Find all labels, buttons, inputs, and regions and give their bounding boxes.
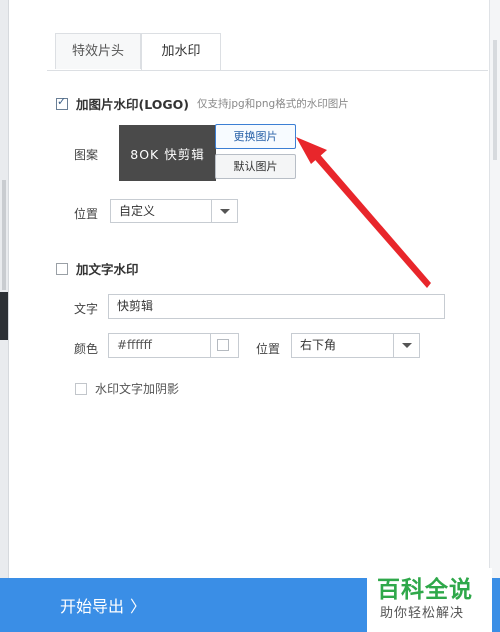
watermark-settings-panel: 特效片头 加水印 加图片水印(LOGO) 仅支持jpg和png格式的水印图片 图… [9,0,488,578]
watermark-badge-title: 百科全说 [377,577,473,603]
shadow-label: 水印文字加阴影 [95,382,180,396]
color-input[interactable]: #ffffff [108,333,239,358]
text-position-value: 右下角 [300,338,337,352]
pattern-label: 图案 [74,148,99,162]
image-position-value: 自定义 [119,204,156,218]
chevron-right-icon: 〉 [130,597,147,616]
text-label: 文字 [74,302,99,316]
chevron-down-icon[interactable] [393,334,419,357]
default-image-button[interactable]: 默认图片 [215,154,296,179]
right-scroll-thumb[interactable] [493,40,497,160]
image-watermark-checkbox[interactable] [56,95,68,110]
logo-preview-text: 8OK 快剪辑 [130,146,205,162]
image-position-select[interactable]: 自定义 [110,199,238,223]
color-label: 颜色 [74,342,99,356]
watermark-text-input[interactable]: 快剪辑 [108,294,445,319]
text-watermark-label: 加文字水印 [76,262,139,277]
right-scroll-track[interactable] [489,0,500,632]
start-export-button[interactable]: 开始导出〉 [60,593,146,617]
color-value: #ffffff [117,338,152,352]
text-position-label: 位置 [256,342,281,356]
chevron-down-icon[interactable] [211,200,237,222]
tab-bar: 特效片头 加水印 [55,33,221,71]
left-dark-strip [0,292,8,340]
replace-image-button[interactable]: 更换图片 [215,124,296,149]
tab-underline [47,70,488,71]
text-watermark-row: 加文字水印 [56,259,139,278]
shadow-checkbox[interactable] [75,382,87,395]
text-watermark-checkbox[interactable] [56,262,68,275]
tab-add-watermark[interactable]: 加水印 [141,33,221,71]
text-position-select[interactable]: 右下角 [291,333,420,358]
start-export-label: 开始导出 [60,597,125,616]
logo-preview: 8OK 快剪辑 [119,125,216,181]
watermark-badge-subtitle: 助你轻松解决 [380,606,465,621]
image-watermark-row: 加图片水印(LOGO) 仅支持jpg和png格式的水印图片 [56,94,349,113]
image-watermark-hint: 仅支持jpg和png格式的水印图片 [196,98,349,110]
watermark-badge: 百科全说 助你轻松解决 [367,568,492,632]
left-scrollbar[interactable] [2,180,6,290]
image-position-label: 位置 [74,207,99,221]
shadow-row: 水印文字加阴影 [75,380,179,397]
tab-intro-effects[interactable]: 特效片头 [55,33,141,69]
image-watermark-label: 加图片水印(LOGO) [76,97,189,112]
left-window-edge [0,0,9,632]
color-picker-swatch[interactable] [210,334,238,357]
